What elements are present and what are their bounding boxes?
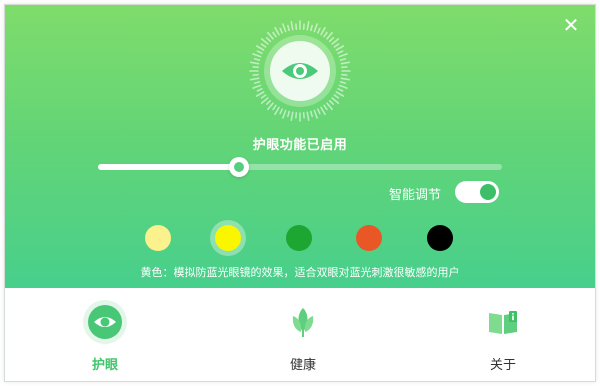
swatch-orange[interactable] bbox=[356, 225, 382, 251]
swatch-black[interactable] bbox=[427, 225, 453, 251]
slider-thumb[interactable] bbox=[229, 157, 250, 177]
color-description: 黄色：模拟防蓝光眼镜的效果，适合双眼对蓝光刺激很敏感的用户 bbox=[140, 266, 460, 279]
toggle-knob bbox=[480, 184, 496, 200]
swatch-yellow[interactable] bbox=[215, 225, 241, 251]
smart-adjust-toggle[interactable] bbox=[455, 181, 499, 203]
hero-panel: ✕ 护眼功能已启用 智能调节 黄色：模拟防蓝光眼镜的效果，适合双眼对蓝光刺激很敏… bbox=[5, 5, 595, 288]
brightness-slider[interactable] bbox=[98, 157, 502, 177]
nav-label-eye-care: 护眼 bbox=[91, 358, 118, 373]
status-text: 护眼功能已启用 bbox=[252, 138, 348, 153]
swatch-pale-yellow[interactable] bbox=[145, 225, 171, 251]
nav-item-about[interactable]: 关于 bbox=[443, 288, 563, 381]
nav-label-health: 健康 bbox=[289, 358, 316, 373]
close-button[interactable]: ✕ bbox=[561, 15, 581, 35]
nav-item-eye-care[interactable]: 护眼 bbox=[45, 288, 165, 381]
eye-emblem-icon bbox=[249, 20, 351, 122]
bottom-nav: 护眼 健康 关于 bbox=[5, 288, 595, 381]
nav-label-about: 关于 bbox=[489, 358, 516, 373]
eye-care-window: ✕ 护眼功能已启用 智能调节 黄色：模拟防蓝光眼镜的效果，适合双眼对蓝光刺激很敏… bbox=[4, 4, 596, 382]
eye-icon bbox=[83, 300, 127, 344]
close-icon: ✕ bbox=[562, 13, 580, 37]
info-book-icon bbox=[489, 311, 517, 334]
leaf-icon bbox=[292, 308, 314, 337]
swatch-green[interactable] bbox=[286, 225, 312, 251]
nav-item-health[interactable]: 健康 bbox=[243, 288, 363, 381]
slider-fill bbox=[98, 164, 240, 170]
color-swatches bbox=[5, 225, 595, 255]
smart-adjust-label: 智能调节 bbox=[389, 188, 442, 203]
